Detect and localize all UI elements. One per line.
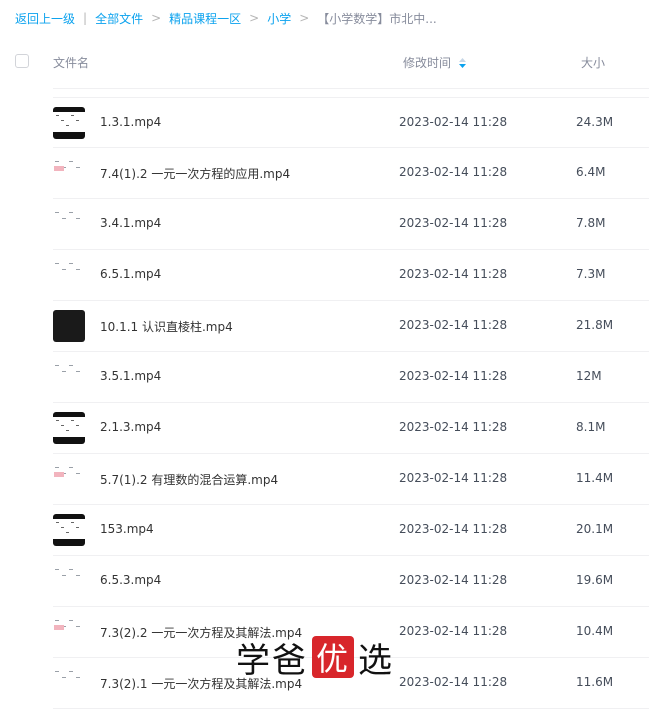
file-list: 1.3.1.mp4 2023-02-14 11:28 24.3M 7.4(1).2 一… <box>0 97 649 709</box>
column-header-time-label: 修改时间 <box>403 56 452 70</box>
file-row[interactable]: 6.5.1.mp4 2023-02-14 11:28 7.3M <box>53 250 649 301</box>
sort-icon[interactable] <box>459 57 467 68</box>
watermark-seal: 优 <box>312 636 354 678</box>
video-thumbnail-icon[interactable] <box>53 616 85 648</box>
video-thumbnail-icon[interactable] <box>53 157 85 189</box>
chevron-right-icon: > <box>151 11 162 25</box>
file-name[interactable]: 6.5.3.mp4 <box>100 573 161 587</box>
file-modified-time: 2023-02-14 11:28 <box>399 522 508 536</box>
file-modified-time: 2023-02-14 11:28 <box>399 216 508 230</box>
file-size: 12M <box>576 369 602 383</box>
file-row[interactable]: 2.1.3.mp4 2023-02-14 11:28 8.1M <box>53 403 649 454</box>
header-divider <box>53 88 649 89</box>
file-size: 7.3M <box>576 267 606 281</box>
file-row[interactable]: 3.4.1.mp4 2023-02-14 11:28 7.8M <box>53 199 649 250</box>
file-list-header: 文件名 修改时间 大小 <box>0 44 649 82</box>
file-row[interactable]: 1.3.1.mp4 2023-02-14 11:28 24.3M <box>53 97 649 148</box>
file-modified-time: 2023-02-14 11:28 <box>399 318 508 332</box>
file-name[interactable]: 3.4.1.mp4 <box>100 216 161 230</box>
video-thumbnail-icon[interactable] <box>53 259 85 291</box>
file-size: 20.1M <box>576 522 614 536</box>
file-row[interactable]: 6.5.3.mp4 2023-02-14 11:28 19.6M <box>53 556 649 607</box>
file-name[interactable]: 153.mp4 <box>100 522 154 536</box>
file-row[interactable]: 153.mp4 2023-02-14 11:28 20.1M <box>53 505 649 556</box>
file-size: 24.3M <box>576 115 614 129</box>
file-modified-time: 2023-02-14 11:28 <box>399 420 508 434</box>
video-thumbnail-icon[interactable] <box>53 463 85 495</box>
file-modified-time: 2023-02-14 11:28 <box>399 115 508 129</box>
file-modified-time: 2023-02-14 11:28 <box>399 369 508 383</box>
file-size: 7.8M <box>576 216 606 230</box>
back-link[interactable]: 返回上一级 <box>15 10 75 27</box>
watermark-left: 学爸 <box>236 640 308 681</box>
file-modified-time: 2023-02-14 11:28 <box>399 471 508 485</box>
watermark-logo: 学爸优选 <box>236 636 394 681</box>
file-name[interactable]: 3.5.1.mp4 <box>100 369 161 383</box>
file-name[interactable]: 2.1.3.mp4 <box>100 420 161 434</box>
file-size: 21.8M <box>576 318 614 332</box>
file-name[interactable]: 5.7(1).2 有理数的混合运算.mp4 <box>100 471 278 488</box>
breadcrumb-zone[interactable]: 精品课程一区 <box>169 10 241 27</box>
file-modified-time: 2023-02-14 11:28 <box>399 624 508 638</box>
file-modified-time: 2023-02-14 11:28 <box>399 267 508 281</box>
watermark-right: 选 <box>358 640 394 681</box>
video-thumbnail-icon[interactable] <box>53 107 85 139</box>
chevron-right-icon: > <box>249 11 260 25</box>
file-size: 11.6M <box>576 675 614 689</box>
video-thumbnail-icon[interactable] <box>53 667 85 699</box>
chevron-right-icon: > <box>299 11 310 25</box>
file-size: 10.4M <box>576 624 614 638</box>
file-name[interactable]: 7.4(1).2 一元一次方程的应用.mp4 <box>100 165 290 182</box>
breadcrumb: 返回上一级 | 全部文件 > 精品课程一区 > 小学 > 【小学数学】市北中..… <box>15 10 437 26</box>
file-name[interactable]: 6.5.1.mp4 <box>100 267 161 281</box>
breadcrumb-primary[interactable]: 小学 <box>267 10 291 27</box>
file-row[interactable]: 5.7(1).2 有理数的混合运算.mp4 2023-02-14 11:28 11.… <box>53 454 649 505</box>
breadcrumb-divider: | <box>83 11 88 25</box>
video-thumbnail-icon[interactable] <box>53 310 85 342</box>
column-header-name[interactable]: 文件名 <box>53 54 89 71</box>
file-row[interactable]: 7.4(1).2 一元一次方程的应用.mp4 2023-02-14 11:28 6.… <box>53 148 649 199</box>
file-size: 19.6M <box>576 573 614 587</box>
video-thumbnail-icon[interactable] <box>53 514 85 546</box>
breadcrumb-current: 【小学数学】市北中... <box>317 11 437 26</box>
file-modified-time: 2023-02-14 11:28 <box>399 675 508 689</box>
file-name[interactable]: 10.1.1 认识直棱柱.mp4 <box>100 318 233 335</box>
file-row[interactable]: 10.1.1 认识直棱柱.mp4 2023-02-14 11:28 21.8M <box>53 301 649 352</box>
file-modified-time: 2023-02-14 11:28 <box>399 165 508 179</box>
column-header-time[interactable]: 修改时间 <box>403 54 467 71</box>
video-thumbnail-icon[interactable] <box>53 361 85 393</box>
video-thumbnail-icon[interactable] <box>53 208 85 240</box>
file-row[interactable]: 3.5.1.mp4 2023-02-14 11:28 12M <box>53 352 649 403</box>
file-size: 6.4M <box>576 165 606 179</box>
column-header-size[interactable]: 大小 <box>581 54 605 71</box>
file-size: 11.4M <box>576 471 614 485</box>
video-thumbnail-icon[interactable] <box>53 412 85 444</box>
breadcrumb-all-files[interactable]: 全部文件 <box>95 10 143 27</box>
file-modified-time: 2023-02-14 11:28 <box>399 573 508 587</box>
video-thumbnail-icon[interactable] <box>53 565 85 597</box>
file-size: 8.1M <box>576 420 606 434</box>
select-all-checkbox[interactable] <box>15 54 29 68</box>
file-name[interactable]: 1.3.1.mp4 <box>100 115 161 129</box>
